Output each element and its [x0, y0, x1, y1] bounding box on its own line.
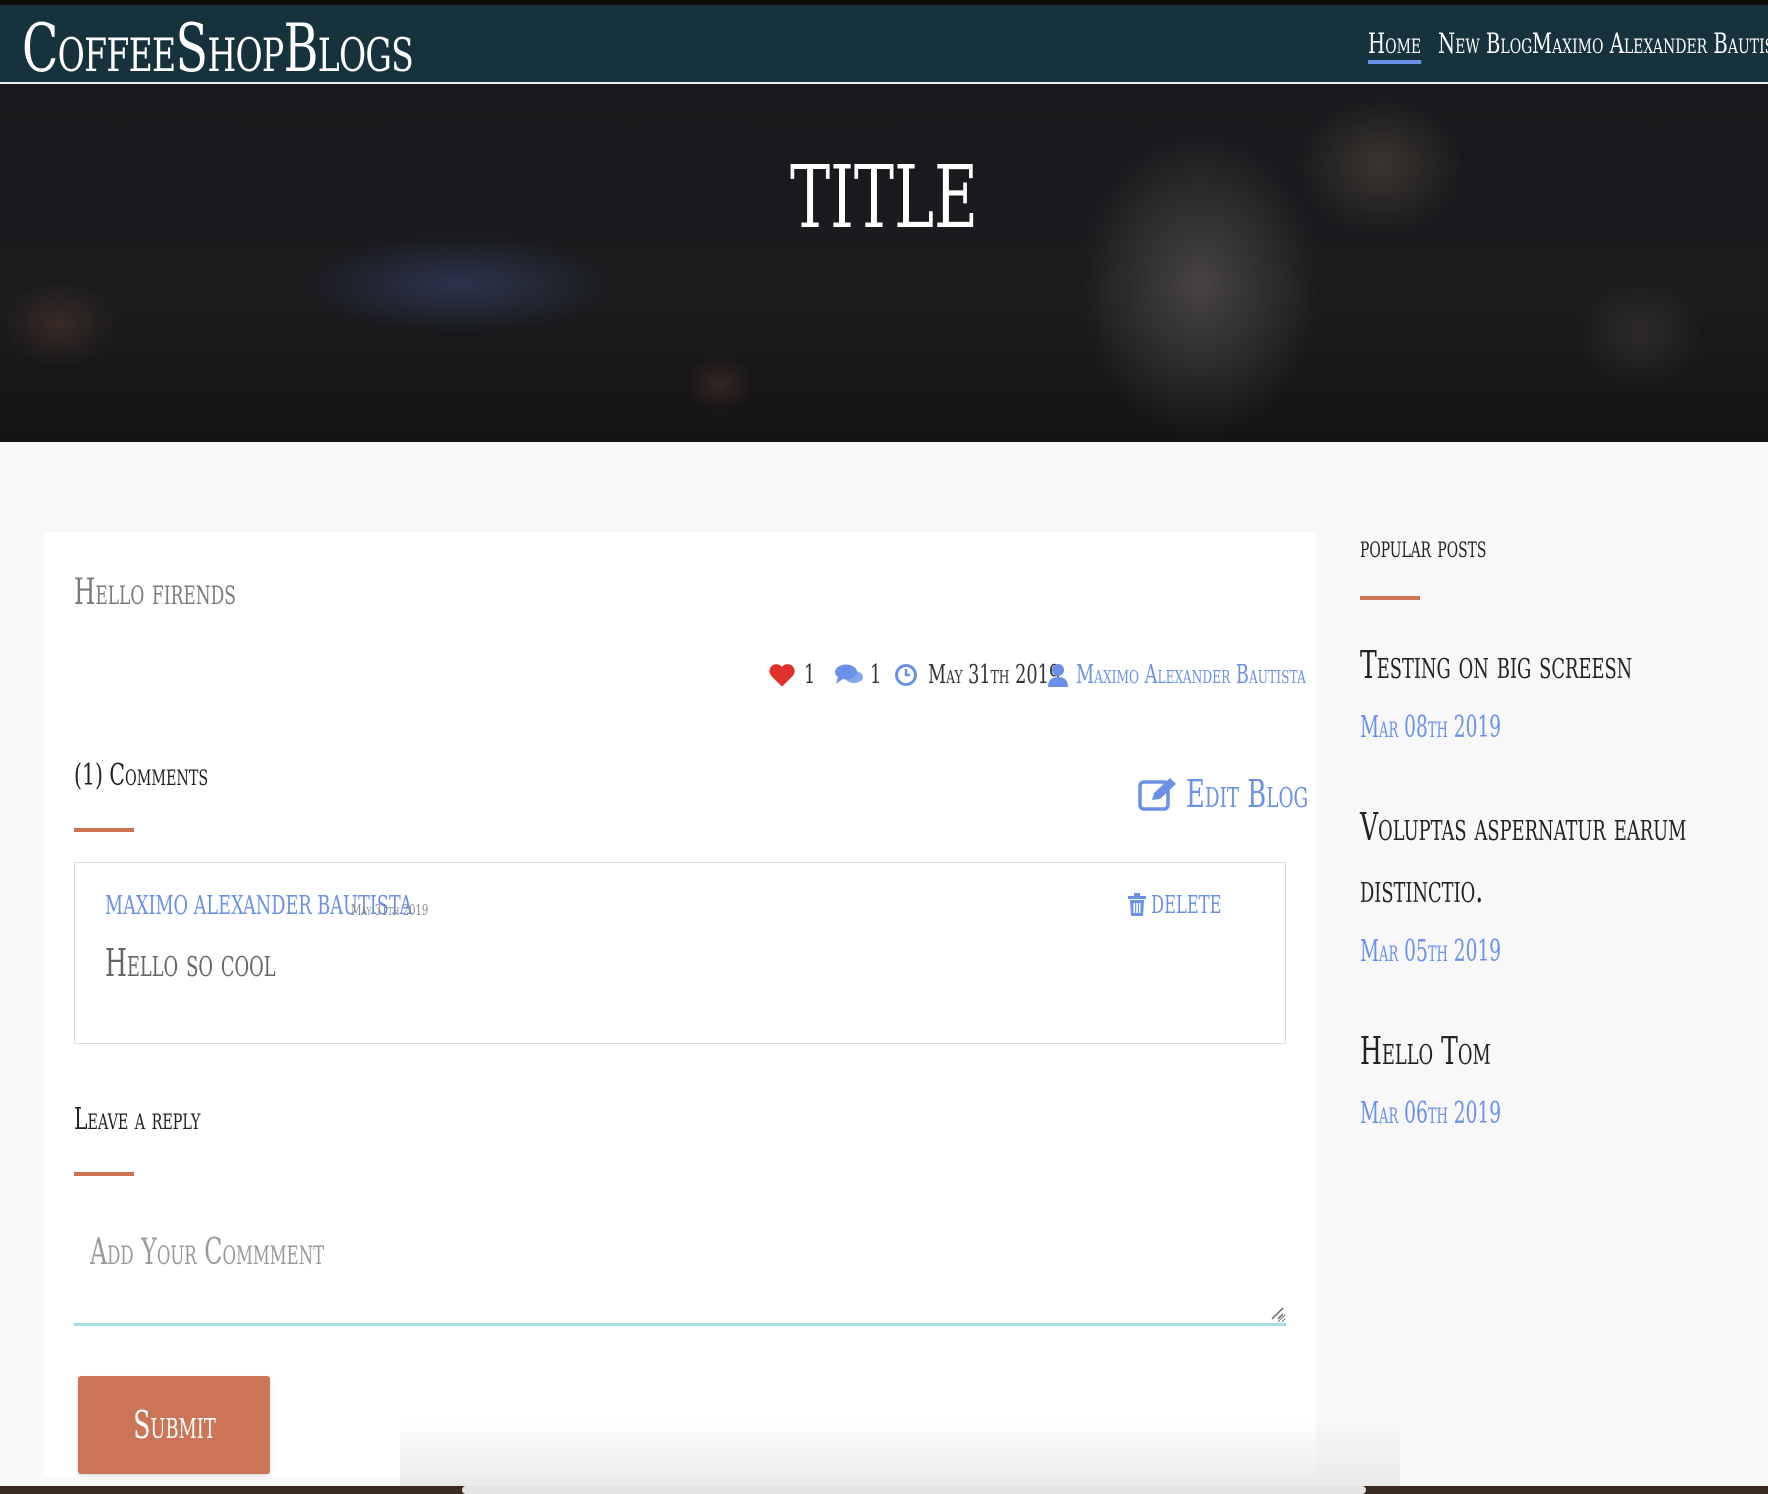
trash-icon [1128, 893, 1147, 916]
hero-title: TITLE [789, 148, 979, 248]
comment-delete-button[interactable]: DELETE [1127, 891, 1255, 919]
post-card: Hello firends 1 1 May 31th 2019 Maximo A… [44, 532, 1316, 1478]
reply-heading-accent [74, 1172, 134, 1176]
edit-blog-button[interactable]: Edit Blog [1138, 772, 1366, 816]
comments-icon [835, 664, 863, 684]
comment-item: MAXIMO ALEXANDER BAUTISTA May 31th 2019 … [74, 862, 1286, 1044]
sidebar-title: popular posts [1360, 530, 1487, 565]
brand-logo[interactable]: CoffeeShopBlogs [22, 13, 414, 85]
popular-post-date: Mar 08th 2019 [1360, 710, 1502, 745]
popular-post-title[interactable]: Voluptas aspernatur earum distinctio. [1360, 796, 1703, 920]
submit-button[interactable]: Submit [78, 1376, 270, 1474]
post-title: Hello firends [74, 572, 236, 613]
horizontal-scrollbar[interactable] [462, 1486, 1366, 1494]
nav-home-link[interactable]: Home [1368, 27, 1422, 64]
top-navbar: CoffeeShopBlogs Home New Blog Maximo Ale… [0, 0, 1768, 85]
edit-icon [1138, 778, 1176, 811]
nav-user-dropdown[interactable]: Maximo Alexander Bautista ⌄ [1532, 27, 1768, 60]
comment-textarea[interactable] [74, 1216, 1286, 1326]
sidebar-title-accent [1360, 596, 1420, 600]
popular-post-date: Mar 06th 2019 [1360, 1096, 1502, 1131]
popular-post-title[interactable]: Testing on big screesn [1360, 634, 1703, 696]
likes-count[interactable]: 1 [768, 660, 821, 690]
nav-user-name: Maximo Alexander Bautista [1532, 27, 1768, 60]
comment-date: May 31th 2019 [351, 901, 429, 919]
clock-icon [895, 664, 917, 686]
resize-grip-icon[interactable] [1268, 1304, 1284, 1320]
comments-count[interactable]: 1 [834, 660, 887, 690]
reply-heading: Leave a reply [74, 1102, 201, 1137]
popular-post-date: Mar 05th 2019 [1360, 934, 1502, 969]
popular-post-title[interactable]: Hello Tom [1360, 1020, 1703, 1082]
heart-icon [769, 664, 795, 687]
hero-banner: TITLE [0, 84, 1768, 442]
user-icon [1048, 664, 1068, 687]
comments-heading-accent [74, 828, 134, 832]
comment-body: Hello so cool [105, 941, 276, 985]
comments-heading: (1) Comments [74, 758, 209, 793]
nav-new-blog-link[interactable]: New Blog [1438, 27, 1532, 60]
